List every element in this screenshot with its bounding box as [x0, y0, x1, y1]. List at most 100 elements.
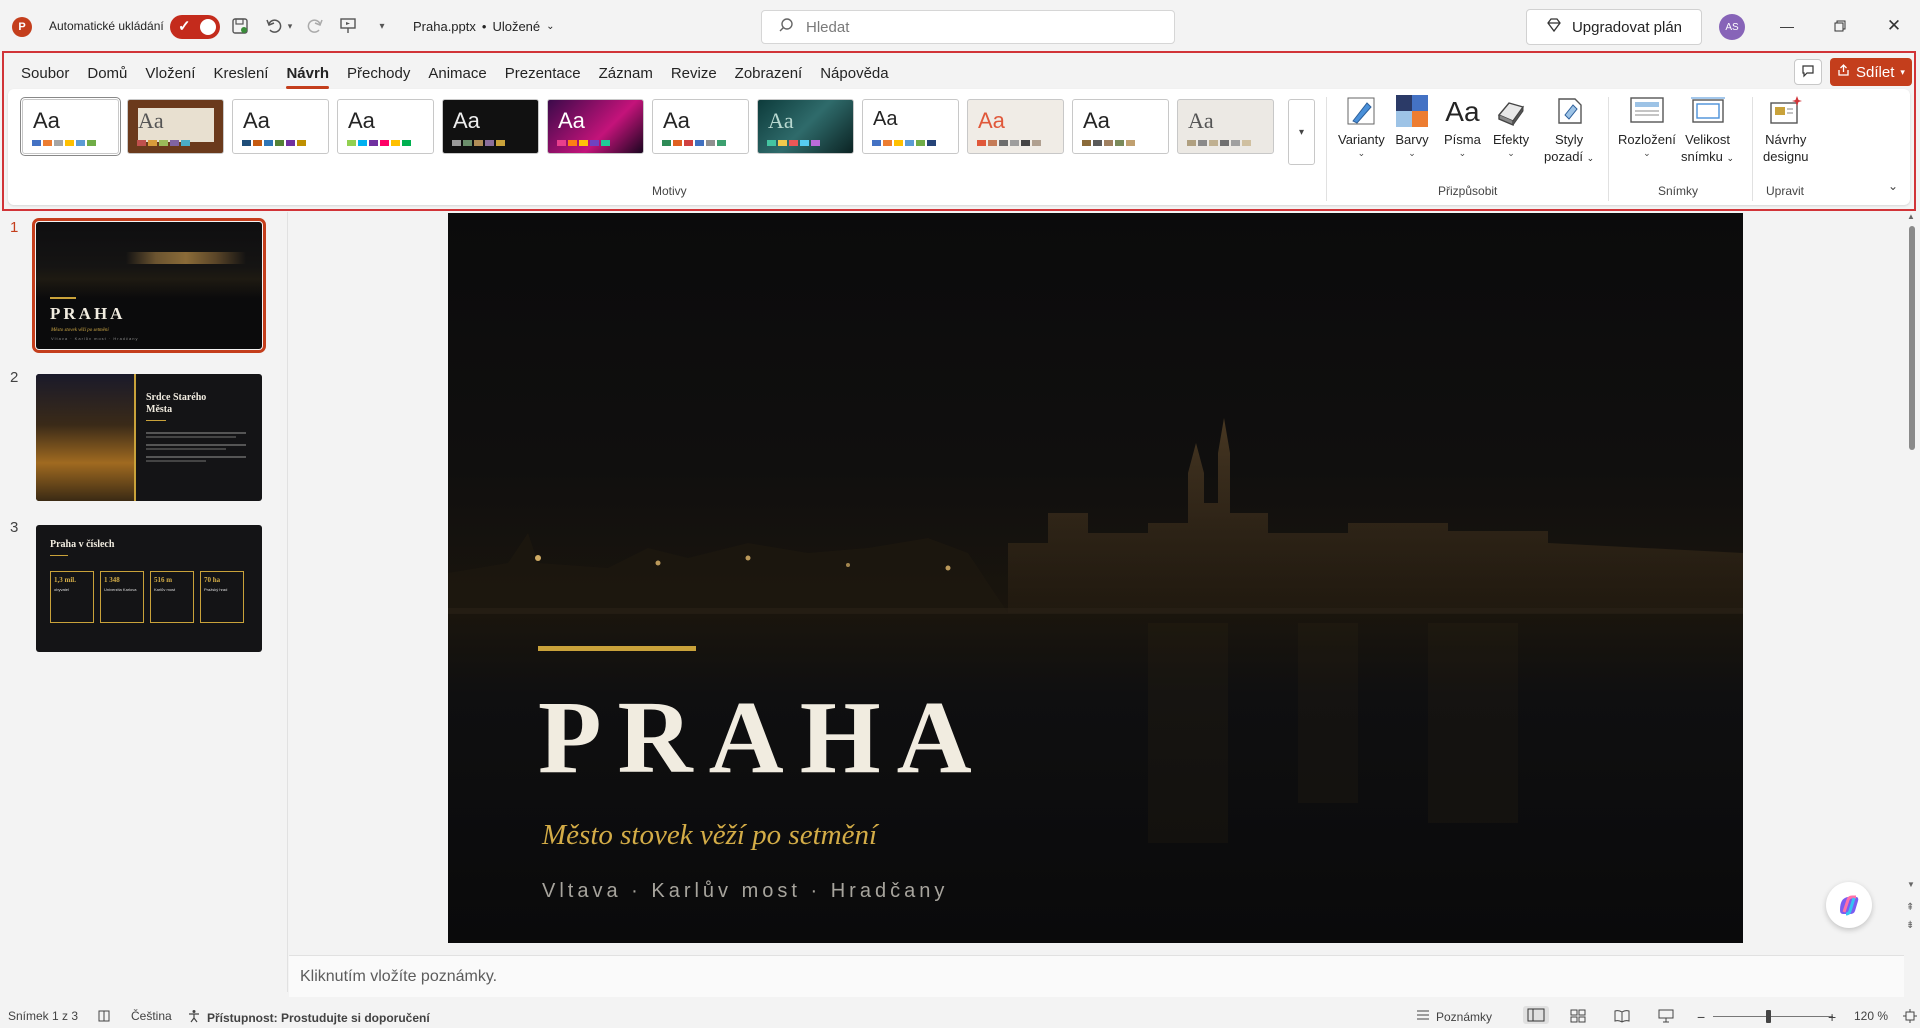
minimize-icon[interactable]: — [1775, 14, 1799, 38]
slide-editor[interactable]: PRAHA Město stovek věží po setmění Vltav… [448, 213, 1743, 943]
scroll-down-icon[interactable]: ▼ [1907, 880, 1915, 889]
restore-icon[interactable] [1828, 14, 1852, 38]
themes-more-button[interactable]: ▾ [1288, 99, 1315, 165]
background-styles-button[interactable]: Styly pozadí ⌄ [1544, 93, 1594, 167]
themes-gallery: Aa Aa Aa Aa Aa Aa Aa Aa Aa Aa Aa Aa [20, 97, 1274, 156]
tab-insert[interactable]: Vložení [136, 63, 204, 87]
fonts-button[interactable]: Aa Písma ⌄ [1444, 93, 1481, 158]
theme-11[interactable]: Aa [1072, 99, 1169, 154]
theme-5[interactable]: Aa [442, 99, 539, 154]
copilot-icon[interactable] [1826, 882, 1872, 928]
tab-animations[interactable]: Animace [419, 63, 495, 87]
theme-9[interactable]: Aa [862, 99, 959, 154]
slide-counter: Snímek 1 z 3 [8, 1009, 79, 1023]
comments-button[interactable] [1794, 59, 1822, 85]
fit-to-window-icon[interactable] [1903, 1009, 1917, 1023]
theme-8[interactable]: Aa [757, 99, 854, 154]
slide-title[interactable]: PRAHA [538, 678, 988, 797]
tab-view[interactable]: Zobrazení [726, 63, 812, 87]
theme-office[interactable]: Aa [20, 97, 121, 156]
slide-size-button[interactable]: Velikost snímku ⌄ [1681, 93, 1734, 167]
language-button[interactable]: Čeština [131, 1009, 172, 1023]
slide-number: 1 [10, 219, 19, 236]
zoom-out-icon[interactable]: − [1697, 1009, 1705, 1025]
group-label-edit: Upravit [1766, 184, 1805, 198]
tab-review[interactable]: Revize [662, 63, 726, 87]
zoom-slider[interactable] [1713, 1016, 1833, 1017]
normal-view-icon[interactable] [1523, 1006, 1549, 1024]
zoom-slider-thumb[interactable] [1766, 1010, 1772, 1023]
colors-button[interactable]: Barvy ⌄ [1394, 93, 1430, 158]
share-button[interactable]: Sdílet ▾ [1830, 58, 1912, 86]
title-accent-bar [538, 646, 696, 651]
document-title[interactable]: Praha.pptx • Uložené ⌄ [413, 19, 555, 34]
avatar[interactable]: AS [1719, 14, 1745, 40]
tab-transitions[interactable]: Přechody [338, 63, 419, 87]
group-label-themes: Motivy [652, 184, 687, 198]
theme-wood[interactable]: Aa [127, 99, 224, 154]
present-from-start-icon[interactable] [336, 14, 360, 38]
slideshow-view-icon[interactable] [1658, 1009, 1674, 1023]
tab-file[interactable]: Soubor [12, 63, 78, 87]
slide-thumbnail-1[interactable]: PRAHA Město stovek věží po setmění Vltav… [32, 218, 266, 353]
save-icon[interactable] [228, 14, 252, 38]
previous-slide-icon[interactable]: ⇞ [1906, 902, 1914, 913]
theme-3[interactable]: Aa [232, 99, 329, 154]
theme-7[interactable]: Aa [652, 99, 749, 154]
zoom-in-icon[interactable]: + [1828, 1009, 1836, 1025]
vertical-scrollbar[interactable]: ▲ ▼ ⇞ ⇟ [1904, 212, 1920, 997]
theme-6[interactable]: Aa [547, 99, 644, 154]
next-slide-icon[interactable]: ⇟ [1906, 920, 1914, 931]
slide-thumbnail-2[interactable]: Srdce Starého Města [36, 374, 262, 501]
tab-record[interactable]: Záznam [590, 63, 662, 87]
undo-dropdown-icon[interactable]: ▾ [284, 14, 296, 38]
status-bar: Snímek 1 z 3 Čeština Přístupnost: Prostu… [0, 1003, 1920, 1028]
theme-4[interactable]: Aa [337, 99, 434, 154]
tab-help[interactable]: Nápověda [811, 63, 897, 87]
slide-places[interactable]: Vltava · Karlův most · Hradčany [542, 880, 948, 903]
stat-card: 1 348 Univerzita Karlova [100, 571, 144, 623]
theme-12[interactable]: Aa [1177, 99, 1274, 154]
scroll-up-icon[interactable]: ▲ [1907, 212, 1915, 221]
group-label-slides: Snímky [1658, 184, 1699, 198]
accessibility-button[interactable]: Přístupnost: Prostudujte si doporučení [187, 1009, 430, 1026]
checkmark-icon: ✓ [178, 18, 191, 35]
stat-card: 516 m Karlův most [150, 571, 194, 623]
notes-pane[interactable]: Kliknutím vložíte poznámky. [289, 955, 1904, 997]
slide-subtitle[interactable]: Město stovek věží po setmění [542, 819, 877, 852]
search-input[interactable]: Hledat [761, 10, 1175, 44]
stat-card: 70 ha Pražský hrad [200, 571, 244, 623]
zoom-level[interactable]: 120 % [1854, 1009, 1888, 1023]
scrollbar-thumb[interactable] [1909, 226, 1915, 450]
tab-slideshow[interactable]: Prezentace [496, 63, 590, 87]
upgrade-plan-button[interactable]: Upgradovat plán [1526, 9, 1702, 45]
tab-design[interactable]: Návrh [277, 63, 338, 89]
fonts-icon: Aa [1445, 95, 1480, 127]
autosave-label: Automatické ukládání [49, 19, 164, 33]
slide-number: 3 [10, 519, 19, 536]
collapse-ribbon-icon[interactable]: ⌄ [1888, 179, 1898, 193]
redo-icon[interactable] [303, 14, 327, 38]
effects-button[interactable]: Efekty ⌄ [1493, 93, 1529, 158]
reading-view-icon[interactable] [1614, 1009, 1630, 1023]
notes-icon [1416, 1009, 1430, 1024]
ribbon-panel: Aa Aa Aa Aa Aa Aa Aa Aa Aa Aa Aa Aa ▾ Mo… [8, 89, 1910, 205]
spelling-icon[interactable] [97, 1009, 111, 1023]
layout-button[interactable]: Rozložení ⌄ [1618, 93, 1676, 158]
slide-number: 2 [10, 369, 19, 386]
autosave-toggle[interactable]: ✓ [170, 15, 220, 39]
slide-sorter-icon[interactable] [1570, 1009, 1586, 1023]
layout-icon [1629, 93, 1665, 129]
tab-home[interactable]: Domů [78, 63, 136, 87]
accessibility-icon [187, 1009, 201, 1026]
theme-10[interactable]: Aa [967, 99, 1064, 154]
tab-draw[interactable]: Kreslení [204, 63, 277, 87]
designer-button[interactable]: Návrhy designu [1763, 93, 1809, 165]
chevron-down-icon: ⌄ [546, 21, 555, 32]
slide-thumbnail-3[interactable]: Praha v číslech 1,3 mil. obyvatel 1 348 … [36, 525, 262, 652]
notes-toggle-button[interactable]: Poznámky [1416, 1009, 1492, 1024]
variants-button[interactable]: Varianty ⌄ [1338, 93, 1385, 158]
undo-icon[interactable] [262, 14, 286, 38]
customize-toolbar-icon[interactable]: ▾ [370, 14, 394, 38]
close-icon[interactable]: ✕ [1882, 14, 1906, 38]
